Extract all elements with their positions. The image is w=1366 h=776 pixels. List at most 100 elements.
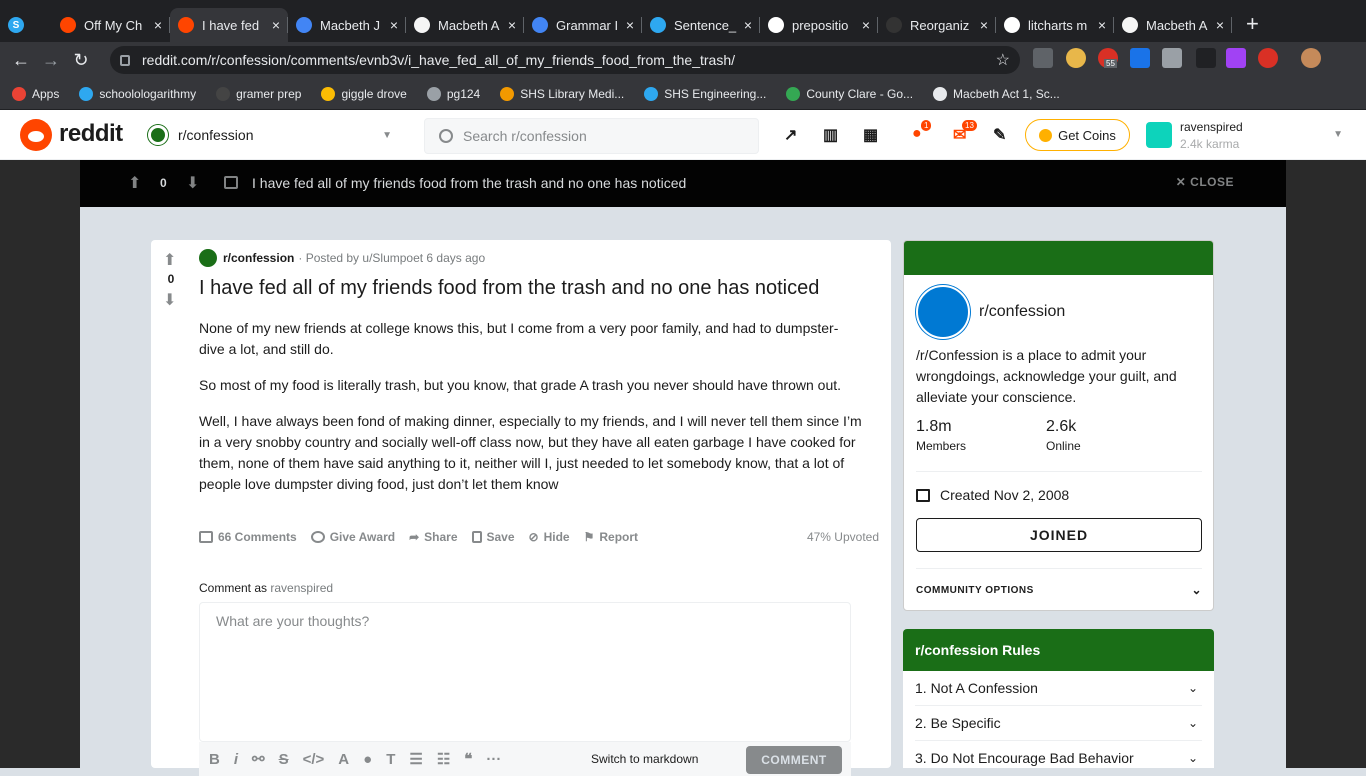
- browser-tab[interactable]: Grammar I ×: [524, 8, 642, 42]
- close-button[interactable]: ✕ CLOSE: [1176, 175, 1234, 189]
- browser-tab[interactable]: litcharts m ×: [996, 8, 1114, 42]
- forward-arrow-icon[interactable]: →: [36, 50, 66, 71]
- italic-icon[interactable]: i: [234, 751, 238, 768]
- subreddit-link[interactable]: r/confession: [223, 251, 294, 265]
- comments-button[interactable]: 66 Comments: [199, 530, 297, 544]
- get-coins-button[interactable]: Get Coins: [1025, 119, 1130, 151]
- browser-tab[interactable]: Off My Ch ×: [52, 8, 170, 42]
- bookmark-star-icon[interactable]: ☆: [996, 50, 1010, 70]
- joined-button[interactable]: JOINED: [916, 518, 1202, 552]
- bookmark-item[interactable]: gramer prep: [216, 86, 301, 101]
- comment-textarea[interactable]: What are your thoughts?: [199, 602, 851, 742]
- close-tab-icon[interactable]: ×: [508, 17, 516, 33]
- chevron-down-icon: ⌄: [1187, 751, 1198, 765]
- reddit-wordmark[interactable]: reddit: [59, 120, 123, 148]
- close-tab-icon[interactable]: ×: [154, 17, 162, 33]
- more-icon[interactable]: ···: [486, 751, 501, 768]
- browser-tab[interactable]: Sentence_ ×: [642, 8, 760, 42]
- bulleted-list-icon[interactable]: ☰: [409, 750, 422, 768]
- sheet-extension-icon[interactable]: [1196, 48, 1216, 68]
- rule-item[interactable]: 2. Be Specific ⌄: [915, 706, 1202, 741]
- close-tab-icon[interactable]: ×: [390, 17, 398, 33]
- crx-extension-icon[interactable]: [1033, 48, 1053, 68]
- browser-tab[interactable]: prepositio ×: [760, 8, 878, 42]
- community-icon[interactable]: ▦: [863, 125, 878, 145]
- downvote-arrow-icon[interactable]: ⬇: [186, 173, 199, 193]
- bookmark-item[interactable]: Apps: [12, 86, 59, 101]
- quote-icon[interactable]: ❝: [464, 750, 472, 768]
- owl-extension-icon[interactable]: [1066, 48, 1086, 68]
- browser-tab[interactable]: Reorganiz ×: [878, 8, 996, 42]
- search-input[interactable]: Search r/confession: [424, 118, 759, 154]
- close-tab-icon[interactable]: ×: [272, 17, 280, 33]
- rule-item[interactable]: 1. Not A Confession ⌄: [915, 671, 1202, 706]
- back-arrow-icon[interactable]: ←: [6, 50, 36, 71]
- hide-button[interactable]: ⊘ Hide: [529, 530, 570, 544]
- strikethrough-icon[interactable]: S: [279, 751, 289, 768]
- blue-extension-icon[interactable]: [1130, 48, 1150, 68]
- chat-icon[interactable]: ● 1: [912, 120, 932, 143]
- bookmark-item[interactable]: Macbeth Act 1, Sc...: [933, 86, 1060, 101]
- subreddit-picker[interactable]: r/confession ▼: [148, 120, 398, 150]
- bookmark-item[interactable]: SHS Engineering...: [644, 86, 766, 101]
- superscript-icon[interactable]: A: [338, 751, 349, 768]
- bookmark-item[interactable]: SHS Library Medi...: [500, 86, 624, 101]
- bookmark-item[interactable]: giggle drove: [321, 86, 407, 101]
- trending-icon[interactable]: ↗: [784, 125, 797, 145]
- close-tab-icon[interactable]: ×: [1216, 17, 1224, 33]
- tab-separator: [1231, 17, 1232, 33]
- browser-tab[interactable]: Macbeth J ×: [288, 8, 406, 42]
- close-tab-icon[interactable]: ×: [980, 17, 988, 33]
- share-button[interactable]: ➦ Share: [409, 530, 457, 544]
- browser-tab[interactable]: Macbeth A ×: [1114, 8, 1232, 42]
- profile-avatar[interactable]: [1301, 48, 1321, 68]
- comment-button[interactable]: COMMENT: [746, 746, 842, 774]
- divider: [916, 471, 1202, 472]
- reload-icon[interactable]: ↻: [66, 50, 96, 71]
- reddit-logo-icon[interactable]: [20, 119, 52, 151]
- comment-as-label: Comment as: [199, 581, 268, 595]
- upvote-arrow-icon[interactable]: ⬆: [163, 250, 176, 270]
- community-options-toggle[interactable]: COMMUNITY OPTIONS ⌄: [916, 583, 1202, 597]
- give-award-button[interactable]: Give Award: [310, 530, 395, 544]
- switch-to-markdown[interactable]: Switch to markdown: [591, 752, 698, 766]
- pencil-icon[interactable]: ✎: [993, 125, 1006, 145]
- address-bar[interactable]: reddit.com/r/confession/comments/evnb3v/…: [110, 46, 1020, 74]
- close-tab-icon[interactable]: ×: [862, 17, 870, 33]
- spoiler-icon[interactable]: ●: [363, 751, 372, 768]
- rule-item[interactable]: 3. Do Not Encourage Bad Behavior ⌄: [915, 741, 1202, 768]
- bookmark-item[interactable]: County Clare - Go...: [786, 86, 913, 101]
- report-button[interactable]: ⚑ Report: [584, 530, 638, 544]
- code-icon[interactable]: </>: [303, 751, 325, 768]
- browser-tab[interactable]: I have fed ×: [170, 8, 288, 42]
- red-extension-icon[interactable]: [1258, 48, 1278, 68]
- close-tab-icon[interactable]: ×: [1098, 17, 1106, 33]
- abp-extension-icon[interactable]: 55: [1098, 48, 1118, 68]
- upvote-arrow-icon[interactable]: ⬆: [128, 173, 141, 193]
- numbered-list-icon[interactable]: ☷: [437, 750, 450, 768]
- close-tab-icon[interactable]: ×: [626, 17, 634, 33]
- report-label: Report: [599, 530, 639, 544]
- tab-skype[interactable]: S: [0, 8, 52, 42]
- leaderboard-icon[interactable]: ▥: [823, 125, 838, 145]
- comment-as-user[interactable]: ravenspired: [270, 581, 333, 595]
- bookmark-item[interactable]: schoolologarithmy: [79, 86, 196, 101]
- close-tab-icon[interactable]: ×: [744, 17, 752, 33]
- user-menu[interactable]: ravenspired 2.4k karma ▼: [1146, 116, 1351, 154]
- color-extension-icon[interactable]: [1226, 48, 1246, 68]
- bookmark-item[interactable]: pg124: [426, 86, 480, 101]
- downvote-arrow-icon[interactable]: ⬇: [163, 290, 176, 310]
- bold-icon[interactable]: B: [209, 751, 220, 768]
- community-name[interactable]: r/confession: [979, 303, 1065, 321]
- browser-tab[interactable]: Macbeth A ×: [406, 8, 524, 42]
- briefcase-extension-icon[interactable]: [1162, 48, 1182, 68]
- share-icon: ➦: [409, 530, 420, 544]
- subreddit-icon[interactable]: [199, 249, 217, 267]
- cake-icon: [916, 488, 930, 502]
- new-tab-icon[interactable]: +: [1246, 11, 1259, 37]
- mail-icon[interactable]: ✉ 13: [953, 120, 977, 145]
- upvote-ratio: 47% Upvoted: [806, 530, 879, 544]
- heading-icon[interactable]: T: [386, 751, 395, 768]
- link-icon[interactable]: ⚯: [252, 750, 265, 768]
- save-button[interactable]: Save: [471, 530, 515, 544]
